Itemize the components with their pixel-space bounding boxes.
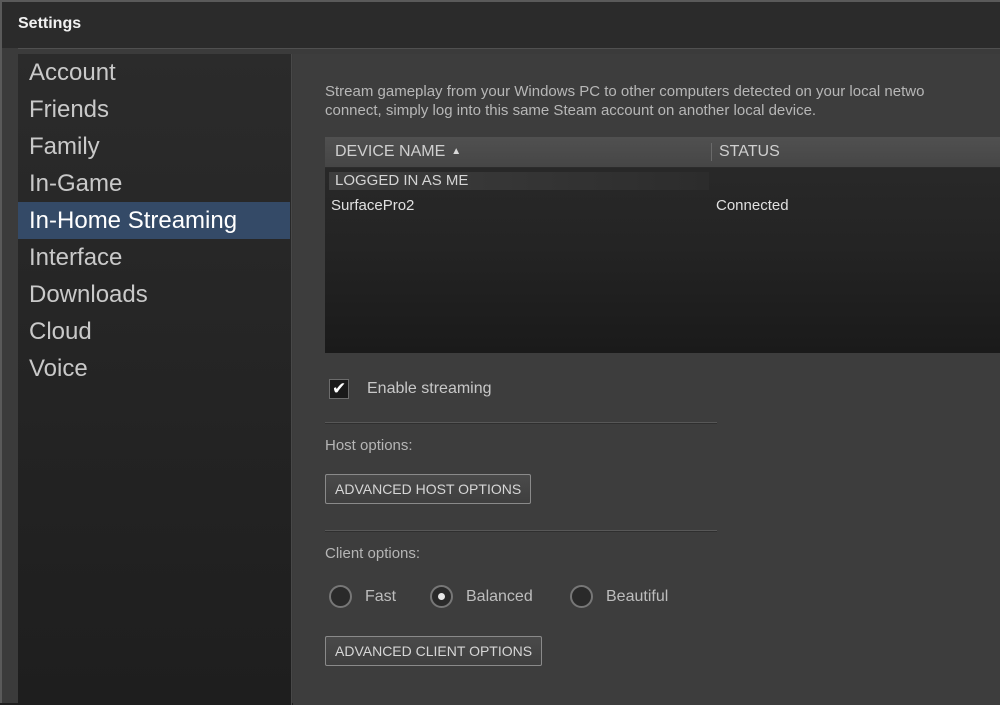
- streaming-settings-panel: Stream gameplay from your Windows PC to …: [293, 54, 1000, 705]
- client-options-heading: Client options:: [325, 545, 421, 562]
- streaming-description: Stream gameplay from your Windows PC to …: [325, 82, 1000, 120]
- radio-selected-dot: [438, 593, 445, 600]
- column-header-device-name[interactable]: DEVICE NAME ▲: [335, 137, 461, 167]
- radio-beautiful-label[interactable]: Beautiful: [606, 585, 668, 608]
- divider: [325, 422, 717, 424]
- sidebar-item-downloads[interactable]: Downloads: [18, 276, 290, 313]
- radio-balanced-label[interactable]: Balanced: [466, 585, 533, 608]
- sidebar-item-family[interactable]: Family: [18, 128, 290, 165]
- sidebar-item-cloud[interactable]: Cloud: [18, 313, 290, 350]
- checkmark-icon: ✔: [332, 379, 347, 399]
- table-header: DEVICE NAME ▲ STATUS: [325, 137, 1000, 168]
- description-line-2: connect, simply log into this same Steam…: [325, 102, 817, 119]
- column-header-device-name-label: DEVICE NAME: [335, 143, 446, 160]
- title-bar[interactable]: Settings: [2, 2, 1000, 48]
- column-header-status[interactable]: STATUS: [719, 137, 780, 167]
- group-header-logged-in: LOGGED IN AS ME: [329, 172, 709, 190]
- radio-button[interactable]: [430, 585, 453, 608]
- sidebar-item-in-game[interactable]: In-Game: [18, 165, 290, 202]
- window-title: Settings: [18, 15, 82, 32]
- advanced-client-options-button[interactable]: ADVANCED CLIENT OPTIONS: [325, 636, 543, 666]
- enable-streaming-label[interactable]: Enable streaming: [367, 379, 492, 399]
- radio-button[interactable]: [329, 585, 352, 608]
- host-options-heading: Host options:: [325, 437, 413, 454]
- table-row[interactable]: SurfacePro2 Connected: [325, 195, 1000, 217]
- device-status-cell: Connected: [716, 197, 789, 214]
- radio-button[interactable]: [570, 585, 593, 608]
- column-divider[interactable]: [711, 143, 712, 161]
- sidebar-item-interface[interactable]: Interface: [18, 239, 290, 276]
- divider: [325, 530, 717, 532]
- sidebar-item-in-home-streaming[interactable]: In-Home Streaming: [18, 202, 290, 239]
- sidebar-item-friends[interactable]: Friends: [18, 91, 290, 128]
- checkbox-box[interactable]: ✔: [329, 379, 349, 399]
- sidebar-item-voice[interactable]: Voice: [18, 350, 290, 387]
- title-divider: [18, 48, 1000, 49]
- settings-sidebar: Account Friends Family In-Game In-Home S…: [18, 54, 292, 705]
- device-table: DEVICE NAME ▲ STATUS LOGGED IN AS ME Surf…: [325, 137, 1000, 353]
- sidebar-item-account[interactable]: Account: [18, 54, 290, 91]
- description-line-1: Stream gameplay from your Windows PC to …: [325, 83, 925, 100]
- settings-window: Settings Account Friends Family In-Game …: [0, 0, 1000, 705]
- radio-fast-label[interactable]: Fast: [365, 585, 396, 608]
- sort-ascending-icon: ▲: [451, 146, 462, 157]
- advanced-host-options-button[interactable]: ADVANCED HOST OPTIONS: [325, 474, 532, 504]
- device-name-cell: SurfacePro2: [331, 197, 415, 214]
